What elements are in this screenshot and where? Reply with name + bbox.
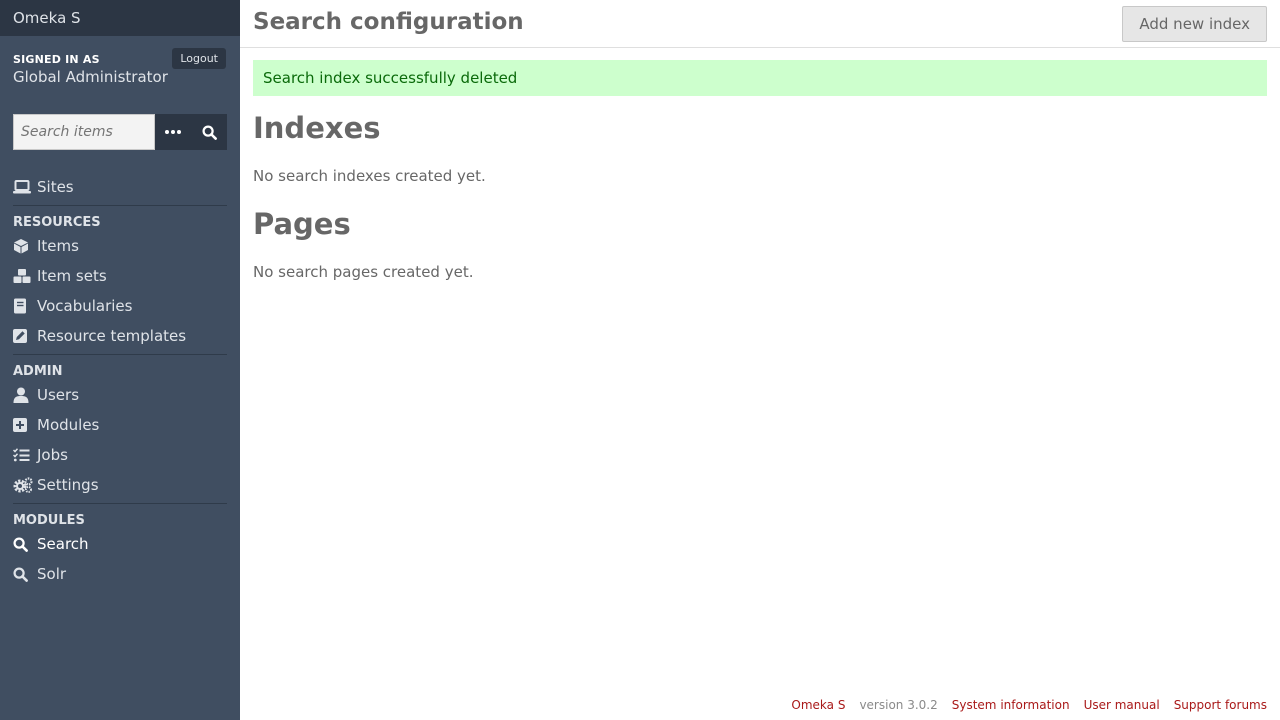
page-header: Search configuration Add new index — [240, 0, 1280, 48]
footer-omeka-link[interactable]: Omeka S — [791, 698, 845, 712]
laptop-icon — [13, 179, 37, 195]
sidebar: Omeka S Signed in as Global Administrato… — [0, 0, 240, 720]
nav-label-modules: Modules — [37, 416, 100, 434]
nav-divider — [13, 503, 227, 504]
logout-button[interactable]: Logout — [172, 48, 226, 69]
nav-item-jobs[interactable]: Jobs — [13, 440, 227, 470]
nav-divider — [13, 354, 227, 355]
tasks-icon — [13, 447, 37, 463]
search-input[interactable] — [13, 114, 155, 150]
pages-empty-text: No search pages created yet. — [253, 263, 474, 281]
pages-heading: Pages — [253, 207, 351, 241]
brand-link[interactable]: Omeka S — [0, 0, 240, 36]
user-name-link[interactable]: Global Administrator — [13, 68, 227, 86]
search-icon — [13, 566, 37, 582]
nav-label-items: Items — [37, 237, 79, 255]
nav-label-item-sets: Item sets — [37, 267, 107, 285]
nav-label-solr: Solr — [37, 565, 67, 583]
nav-item-sites[interactable]: Sites — [13, 172, 227, 202]
nav-item-modules[interactable]: Modules — [13, 410, 227, 440]
cogs-icon — [13, 477, 37, 493]
success-message: Search index successfully deleted — [253, 60, 1267, 96]
nav-item-users[interactable]: Users — [13, 380, 227, 410]
search-icon — [13, 536, 37, 552]
footer: Omeka S version 3.0.2 System information… — [777, 698, 1267, 712]
footer-user-manual-link[interactable]: User manual — [1084, 698, 1160, 712]
book-icon — [13, 298, 37, 314]
nav-label-vocabularies: Vocabularies — [37, 297, 133, 315]
nav-item-solr[interactable]: Solr — [13, 559, 227, 589]
advanced-search-button[interactable] — [155, 114, 191, 150]
cube-icon — [13, 238, 37, 254]
main-navigation: Sites Resources Items Item sets Vocabula… — [13, 172, 227, 589]
page-title: Search configuration — [253, 9, 524, 35]
cubes-icon — [13, 268, 37, 284]
nav-label-sites: Sites — [37, 178, 74, 196]
nav-label-jobs: Jobs — [37, 446, 68, 464]
nav-item-vocabularies[interactable]: Vocabularies — [13, 291, 227, 321]
nav-label-settings: Settings — [37, 476, 99, 494]
footer-support-link[interactable]: Support forums — [1174, 698, 1267, 712]
search-submit-button[interactable] — [191, 114, 227, 150]
nav-label-resource-templates: Resource templates — [37, 327, 187, 345]
nav-item-settings[interactable]: Settings — [13, 470, 227, 500]
pencil-square-icon — [13, 328, 37, 344]
nav-label-users: Users — [37, 386, 80, 404]
main-content: Search index successfully deleted Indexe… — [253, 60, 1267, 281]
nav-section-modules: Modules — [13, 513, 85, 528]
search-form — [13, 114, 227, 150]
nav-item-resource-templates[interactable]: Resource templates — [13, 321, 227, 351]
indexes-empty-text: No search indexes created yet. — [253, 167, 486, 185]
indexes-heading: Indexes — [253, 111, 381, 145]
add-new-index-button[interactable]: Add new index — [1122, 6, 1267, 42]
nav-item-items[interactable]: Items — [13, 231, 227, 261]
nav-item-search[interactable]: Search — [13, 529, 227, 559]
nav-section-resources: Resources — [13, 215, 101, 230]
ellipsis-icon — [165, 130, 181, 134]
footer-version: version 3.0.2 — [859, 698, 938, 712]
footer-system-info-link[interactable]: System information — [952, 698, 1070, 712]
nav-item-item-sets[interactable]: Item sets — [13, 261, 227, 291]
nav-section-admin: Admin — [13, 364, 63, 379]
user-icon — [13, 387, 37, 403]
nav-label-search: Search — [37, 535, 89, 553]
search-icon — [201, 124, 217, 140]
nav-divider — [13, 205, 227, 206]
plus-square-icon — [13, 417, 37, 433]
